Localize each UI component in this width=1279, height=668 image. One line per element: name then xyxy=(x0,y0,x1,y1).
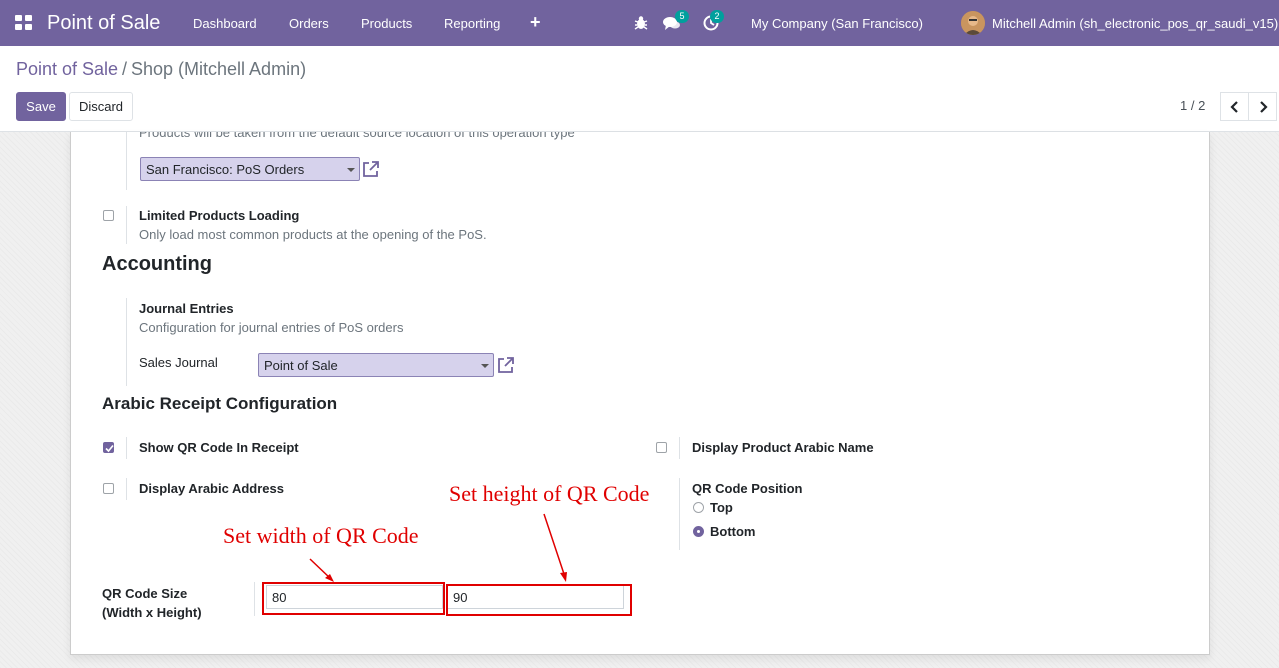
height-arrow-icon xyxy=(543,513,567,582)
separator-line xyxy=(126,132,127,190)
display-arabic-address-checkbox[interactable] xyxy=(103,483,114,494)
user-menu[interactable]: Mitchell Admin (sh_electronic_pos_qr_sau… xyxy=(992,16,1278,31)
external-link-icon[interactable] xyxy=(361,159,381,179)
separator-line xyxy=(126,437,127,459)
pager-next-button[interactable] xyxy=(1248,92,1277,121)
display-product-arabic-label: Display Product Arabic Name xyxy=(692,440,874,455)
save-button[interactable]: Save xyxy=(16,92,66,121)
separator-line xyxy=(254,582,255,616)
operation-type-value: San Francisco: PoS Orders xyxy=(146,162,305,177)
chevron-down-icon xyxy=(347,168,355,172)
clipped-row: Products will be taken from the default … xyxy=(0,132,1279,146)
pager-value[interactable]: 1 / 2 xyxy=(1180,98,1205,113)
separator-line xyxy=(126,478,127,500)
top-navbar: Point of Sale Dashboard Orders Products … xyxy=(0,0,1279,46)
height-annotation: Set height of QR Code xyxy=(449,481,650,506)
display-arabic-address-label: Display Arabic Address xyxy=(139,481,284,496)
journal-entries-label: Journal Entries xyxy=(139,301,234,316)
chevron-down-icon xyxy=(481,364,489,368)
breadcrumb-parent[interactable]: Point of Sale xyxy=(16,59,118,80)
sales-journal-value: Point of Sale xyxy=(264,358,338,373)
check-icon xyxy=(105,444,114,453)
operation-type-select[interactable]: San Francisco: PoS Orders xyxy=(140,157,360,181)
separator-line xyxy=(679,437,680,459)
menu-reporting[interactable]: Reporting xyxy=(444,16,500,31)
breadcrumb-current: Shop (Mitchell Admin) xyxy=(131,59,307,79)
width-annotation: Set width of QR Code xyxy=(223,523,419,548)
activities-badge: 2 xyxy=(710,10,724,23)
app-brand[interactable]: Point of Sale xyxy=(47,12,160,35)
show-qr-label: Show QR Code In Receipt xyxy=(139,440,299,455)
sales-journal-select[interactable]: Point of Sale xyxy=(258,353,494,377)
control-panel: Point of Sale / Shop (Mitchell Admin) Sa… xyxy=(0,46,1279,132)
arabic-receipt-heading: Arabic Receipt Configuration xyxy=(102,394,338,413)
limited-products-description: Only load most common products at the op… xyxy=(139,227,487,242)
chevron-right-icon xyxy=(1260,101,1268,113)
journal-entries-description: Configuration for journal entries of PoS… xyxy=(139,320,404,335)
pager-previous-button[interactable] xyxy=(1220,92,1249,121)
qr-position-top-label[interactable]: Top xyxy=(710,500,733,515)
qr-position-bottom-label[interactable]: Bottom xyxy=(710,524,756,539)
qr-size-label-line1: QR Code Size xyxy=(102,586,188,601)
separator-line xyxy=(126,206,127,244)
menu-dashboard[interactable]: Dashboard xyxy=(193,16,257,31)
separator-line xyxy=(126,298,127,386)
qr-size-label-line2: (Width x Height) xyxy=(102,605,202,620)
separator-line xyxy=(679,478,680,550)
sales-journal-label: Sales Journal xyxy=(139,355,218,370)
operation-type-help: Products will be taken from the default … xyxy=(139,132,575,140)
chevron-left-icon xyxy=(1230,101,1238,113)
qr-position-label: QR Code Position xyxy=(692,481,803,496)
height-highlight-box xyxy=(446,584,632,616)
qr-position-top-radio[interactable] xyxy=(693,502,704,513)
discard-button[interactable]: Discard xyxy=(69,92,133,121)
app-menu-icon[interactable] xyxy=(15,15,33,31)
accounting-heading: Accounting xyxy=(102,253,212,275)
menu-orders[interactable]: Orders xyxy=(289,16,329,31)
show-qr-checkbox[interactable] xyxy=(103,442,114,453)
user-avatar[interactable] xyxy=(961,11,985,35)
company-switcher[interactable]: My Company (San Francisco) xyxy=(751,16,923,31)
messages-badge: 5 xyxy=(675,10,689,23)
limited-products-checkbox[interactable] xyxy=(103,210,114,221)
limited-products-label: Limited Products Loading xyxy=(139,208,300,223)
display-product-arabic-checkbox[interactable] xyxy=(656,442,667,453)
debug-bug-icon[interactable] xyxy=(630,12,652,34)
width-highlight-box xyxy=(262,582,445,615)
add-menu-icon[interactable]: + xyxy=(530,12,541,33)
menu-products[interactable]: Products xyxy=(361,16,412,31)
breadcrumb-separator: / xyxy=(122,59,128,79)
width-arrow-icon xyxy=(309,558,334,582)
qr-position-bottom-radio[interactable] xyxy=(693,526,704,537)
external-link-icon[interactable] xyxy=(496,355,516,375)
